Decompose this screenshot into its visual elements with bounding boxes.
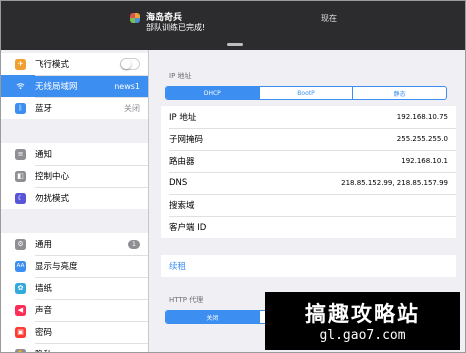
row-label: IP 地址 xyxy=(169,113,197,123)
notification-time: 现在 xyxy=(321,14,337,23)
http-proxy-section-header: HTTP 代理 xyxy=(169,296,204,304)
watermark-url: gl.gao7.com xyxy=(319,328,406,343)
game-app-icon xyxy=(130,13,140,23)
sidebar-group-connectivity: ✈ 飞行模式 无线局域网 news1 ᛒ 蓝牙 关闭 xyxy=(1,53,148,119)
sidebar-item-label: 通用 xyxy=(35,240,53,250)
wifi-network-name: news1 xyxy=(114,81,140,91)
airplane-mode-toggle[interactable] xyxy=(120,58,140,70)
sidebar-group-system: ≡ 通知 ◧ 控制中心 ☾ 勿扰模式 xyxy=(1,143,148,209)
subnet-mask-row: 子网掩码 255.255.255.0 xyxy=(161,128,456,150)
sidebar-item-passcode[interactable]: ▣ 密码 xyxy=(1,321,148,343)
sidebar-item-label: 通知 xyxy=(35,150,53,160)
row-value: 192.168.10.75 xyxy=(396,113,448,121)
hand-icon: ✋ xyxy=(15,348,26,352)
sidebar-item-do-not-disturb[interactable]: ☾ 勿扰模式 xyxy=(1,187,148,209)
row-value: 255.255.255.0 xyxy=(396,135,448,143)
search-domains-row[interactable]: 搜索域 xyxy=(161,194,456,216)
sidebar-item-wifi[interactable]: 无线局域网 news1 xyxy=(1,75,148,97)
row-label: 客户端 ID xyxy=(169,223,207,233)
notification-banner[interactable]: 海岛奇兵 部队训练已完成! 现在 xyxy=(1,1,465,50)
ip-mode-dhcp[interactable]: DHCP xyxy=(166,87,259,99)
sidebar-group-general: ⚙ 通用 1 AA 显示与亮度 ✿ 墙纸 ◀ 声音 ▣ 密码 ✋ 隐 xyxy=(1,233,148,352)
sidebar-item-label: 声音 xyxy=(35,306,53,316)
sidebar-item-label: 勿扰模式 xyxy=(35,194,70,204)
row-label: 搜索域 xyxy=(169,201,195,211)
notification-message: 部队训练已完成! xyxy=(146,23,206,32)
banner-grabber-handle[interactable] xyxy=(227,43,243,46)
row-label: 路由器 xyxy=(169,157,195,167)
ip-address-row: IP 地址 192.168.10.75 xyxy=(161,106,456,128)
watermark-title: 搞趣攻略站 xyxy=(305,302,420,326)
sidebar-item-wallpaper[interactable]: ✿ 墙纸 xyxy=(1,277,148,299)
sidebar-item-label: 无线局域网 xyxy=(35,82,78,92)
display-icon: AA xyxy=(15,260,26,272)
sidebar-item-label: 飞行模式 xyxy=(35,60,70,70)
sidebar-item-general[interactable]: ⚙ 通用 1 xyxy=(1,233,148,255)
sidebar-item-control-center[interactable]: ◧ 控制中心 xyxy=(1,165,148,187)
sidebar-item-label: 显示与亮度 xyxy=(35,262,78,272)
sidebar-item-label: 蓝牙 xyxy=(35,104,53,114)
sidebar-item-label: 控制中心 xyxy=(35,172,70,182)
settings-screen: 海岛奇兵 部队训练已完成! 现在 ✈ 飞行模式 无线局域网 news1 ᛒ 蓝牙 xyxy=(0,0,466,353)
airplane-icon: ✈ xyxy=(15,58,26,70)
sound-icon: ◀ xyxy=(15,304,26,316)
client-id-row[interactable]: 客户端 ID xyxy=(161,216,456,238)
sidebar-item-privacy[interactable]: ✋ 隐私 xyxy=(1,343,148,352)
lock-icon: ▣ xyxy=(15,326,26,338)
sidebar-item-display-brightness[interactable]: AA 显示与亮度 xyxy=(1,255,148,277)
gear-icon: ⚙ xyxy=(15,238,26,250)
bluetooth-status: 关闭 xyxy=(124,103,140,113)
sidebar-item-label: 密码 xyxy=(35,328,53,338)
router-row: 路由器 192.168.10.1 xyxy=(161,150,456,172)
ip-mode-bootp[interactable]: BootP xyxy=(258,87,353,99)
ip-mode-segmented-control: DHCP BootP 静态 xyxy=(165,86,447,100)
row-value: 192.168.10.1 xyxy=(401,157,448,165)
renew-lease-button[interactable]: 续租 xyxy=(161,255,456,277)
site-watermark: 搞趣攻略站 gl.gao7.com xyxy=(265,292,460,350)
renew-lease-card: 续租 xyxy=(161,255,456,277)
settings-sidebar: ✈ 飞行模式 无线局域网 news1 ᛒ 蓝牙 关闭 ≡ 通知 ◧ 控制中心 ☾… xyxy=(1,50,149,352)
ip-mode-static[interactable]: 静态 xyxy=(352,87,446,99)
wallpaper-icon: ✿ xyxy=(15,282,26,294)
renew-lease-label: 续租 xyxy=(169,262,187,272)
row-value: 218.85.152.99, 218.85.157.99 xyxy=(341,179,448,187)
sidebar-item-airplane-mode[interactable]: ✈ 飞行模式 xyxy=(1,53,148,75)
proxy-mode-off[interactable]: 关闭 xyxy=(166,311,259,323)
update-count-badge: 1 xyxy=(128,239,140,249)
sidebar-item-notifications[interactable]: ≡ 通知 xyxy=(1,143,148,165)
moon-icon: ☾ xyxy=(15,192,26,204)
row-label: DNS xyxy=(169,178,188,188)
wifi-icon xyxy=(15,80,26,92)
dns-row[interactable]: DNS 218.85.152.99, 218.85.157.99 xyxy=(161,172,456,194)
bluetooth-icon: ᛒ xyxy=(15,102,26,114)
sidebar-item-bluetooth[interactable]: ᛒ 蓝牙 关闭 xyxy=(1,97,148,119)
sidebar-item-label: 隐私 xyxy=(35,348,148,352)
notifications-icon: ≡ xyxy=(15,148,26,160)
sidebar-item-sounds[interactable]: ◀ 声音 xyxy=(1,299,148,321)
sidebar-item-label: 墙纸 xyxy=(35,284,53,294)
ip-address-section-header: IP 地址 xyxy=(169,72,192,80)
ip-details-card: IP 地址 192.168.10.75 子网掩码 255.255.255.0 路… xyxy=(161,106,456,238)
control-center-icon: ◧ xyxy=(15,170,26,182)
row-label: 子网掩码 xyxy=(169,135,204,145)
